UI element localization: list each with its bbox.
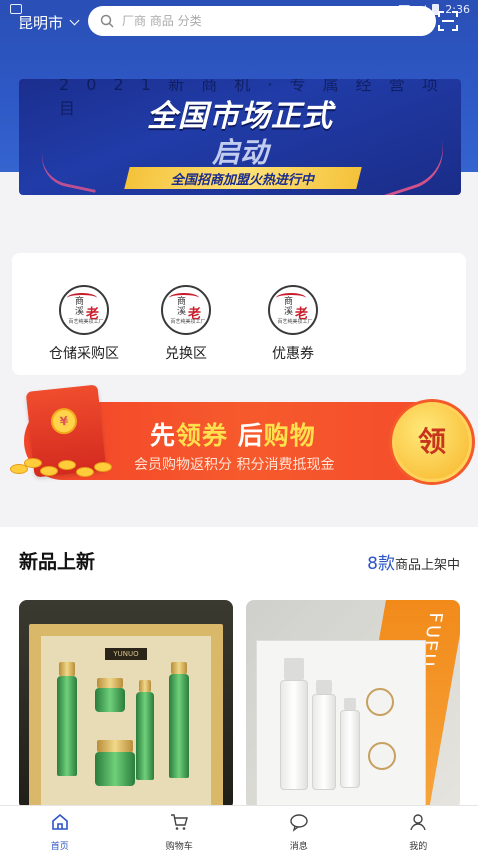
brand-logo-icon: 商 溪 老 百艺纯美妆工厂: [268, 285, 318, 335]
coins-icon: [10, 454, 120, 478]
category-card: 商 溪 老 百艺纯美妆工厂 仓储采购区 商 溪 老 百艺纯美妆工厂 兑换区 商 …: [12, 253, 466, 375]
category-label: 兑换区: [165, 346, 207, 362]
city-selector[interactable]: 昆明市: [18, 12, 80, 33]
chevron-down-icon: [69, 15, 80, 26]
brand-logo-icon: 商 溪 老 百艺纯美妆工厂: [161, 285, 211, 335]
tab-messages[interactable]: 消息: [239, 806, 359, 850]
tab-cart[interactable]: 购物车: [120, 806, 240, 850]
product-card[interactable]: YUNUO: [19, 600, 233, 810]
coupon-promo-banner[interactable]: ¥ 先领券 后购物 会员购物返积分 积分消费抵现金 领: [4, 384, 476, 494]
home-icon: [51, 813, 68, 830]
banner-ribbon-text: 全国招商加盟火热进行中: [171, 172, 315, 188]
tab-label: 消息: [289, 842, 308, 850]
promo-banner[interactable]: 2 0 2 1 新 商 机 · 专 属 经 营 项 目 全国市场正式 启动 全国…: [19, 79, 461, 195]
promo-title: 先领券 后购物: [150, 421, 316, 450]
category-label: 优惠券: [272, 346, 314, 362]
brand-logo-icon: 商 溪 老 百艺纯美妆工厂: [59, 285, 109, 335]
product-card[interactable]: FUEU: [246, 600, 460, 810]
bottom-tab-bar: 首页 购物车 消息 我的: [0, 805, 478, 850]
message-icon: [290, 814, 308, 832]
tab-label: 首页: [50, 842, 69, 850]
category-exchange[interactable]: 商 溪 老 百艺纯美妆工厂 兑换区: [141, 285, 231, 363]
user-icon: [410, 814, 426, 831]
section-title: 新品上新: [19, 551, 96, 573]
product-brand-label: YUNUO: [105, 648, 147, 660]
category-coupons[interactable]: 商 溪 老 百艺纯美妆工厂 优惠券: [248, 285, 338, 363]
tab-label: 购物车: [165, 842, 193, 850]
tab-home[interactable]: 首页: [0, 806, 120, 850]
search-input[interactable]: [122, 14, 382, 28]
category-label: 仓储采购区: [49, 346, 119, 362]
product-count: 8款商品上架中: [367, 554, 460, 574]
category-warehouse[interactable]: 商 溪 老 百艺纯美妆工厂 仓储采购区: [39, 285, 129, 363]
new-products-section: 新品上新 8款商品上架中 YUNUO FUEU: [0, 527, 478, 810]
scan-icon[interactable]: [438, 11, 458, 31]
city-label: 昆明市: [18, 14, 64, 32]
cart-icon: [171, 814, 189, 830]
search-icon: [100, 14, 114, 28]
tab-profile[interactable]: 我的: [359, 806, 478, 850]
promo-subtitle: 会员购物返积分 积分消费抵现金: [134, 457, 335, 473]
banner-ribbon: 全国招商加盟火热进行中: [124, 167, 362, 189]
search-bar[interactable]: [88, 6, 436, 36]
banner-title: 全国市场正式: [147, 99, 333, 134]
claim-coupon-button[interactable]: 领: [392, 402, 472, 482]
tab-label: 我的: [409, 842, 428, 850]
